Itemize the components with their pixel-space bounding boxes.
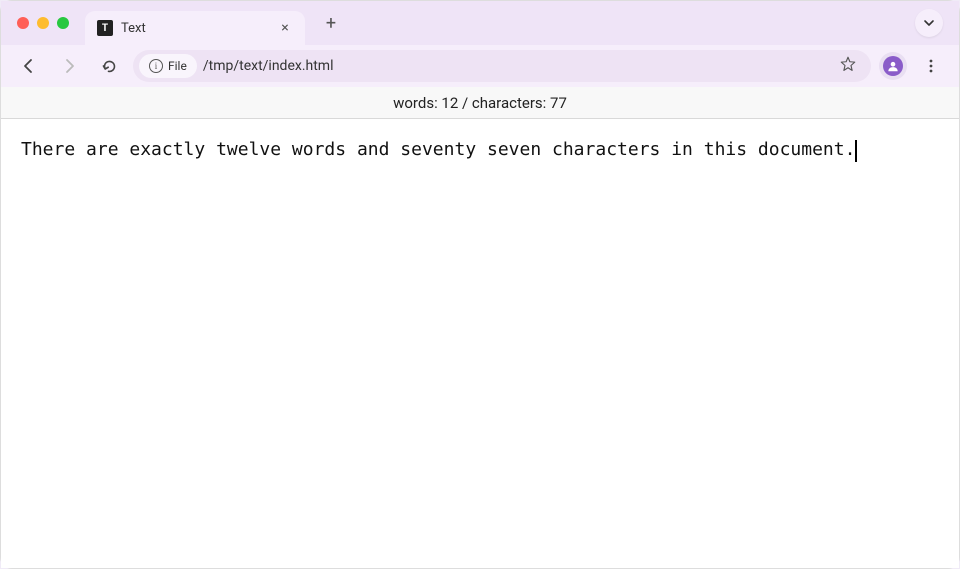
browser-menu-button[interactable] (915, 50, 947, 82)
forward-button[interactable] (53, 50, 85, 82)
browser-tab[interactable]: T Text × (85, 11, 305, 45)
info-icon: i (149, 59, 163, 73)
traffic-lights (17, 17, 69, 29)
editor-text: There are exactly twelve words and seven… (21, 139, 855, 160)
arrow-right-icon (60, 57, 78, 75)
url-path: /tmp/text/index.html (203, 58, 833, 74)
address-bar[interactable]: i File /tmp/text/index.html (133, 50, 871, 82)
reload-icon (101, 58, 118, 75)
text-cursor (855, 140, 857, 162)
profile-avatar-icon (883, 56, 903, 76)
window-titlebar: T Text × + (1, 1, 959, 45)
bookmark-button[interactable] (839, 55, 857, 78)
tabs-dropdown-button[interactable] (915, 9, 943, 37)
new-tab-button[interactable]: + (317, 9, 345, 37)
back-button[interactable] (13, 50, 45, 82)
arrow-left-icon (20, 57, 38, 75)
reload-button[interactable] (93, 50, 125, 82)
tab-close-button[interactable]: × (277, 20, 293, 36)
tab-favicon-icon: T (97, 20, 113, 36)
stats-bar: words: 12 / characters: 77 (1, 87, 959, 119)
page-content: words: 12 / characters: 77 There are exa… (1, 87, 959, 568)
text-editor[interactable]: There are exactly twelve words and seven… (1, 119, 959, 568)
window-maximize-button[interactable] (57, 17, 69, 29)
chevron-down-icon (923, 17, 935, 29)
star-icon (839, 55, 857, 73)
kebab-menu-icon (923, 58, 939, 74)
tab-title: Text (121, 21, 269, 36)
url-scheme-chip[interactable]: i File (139, 54, 197, 78)
window-close-button[interactable] (17, 17, 29, 29)
url-scheme-label: File (168, 59, 187, 73)
profile-button[interactable] (879, 52, 907, 80)
browser-toolbar: i File /tmp/text/index.html (1, 45, 959, 87)
window-minimize-button[interactable] (37, 17, 49, 29)
stats-text: words: 12 / characters: 77 (393, 94, 567, 112)
